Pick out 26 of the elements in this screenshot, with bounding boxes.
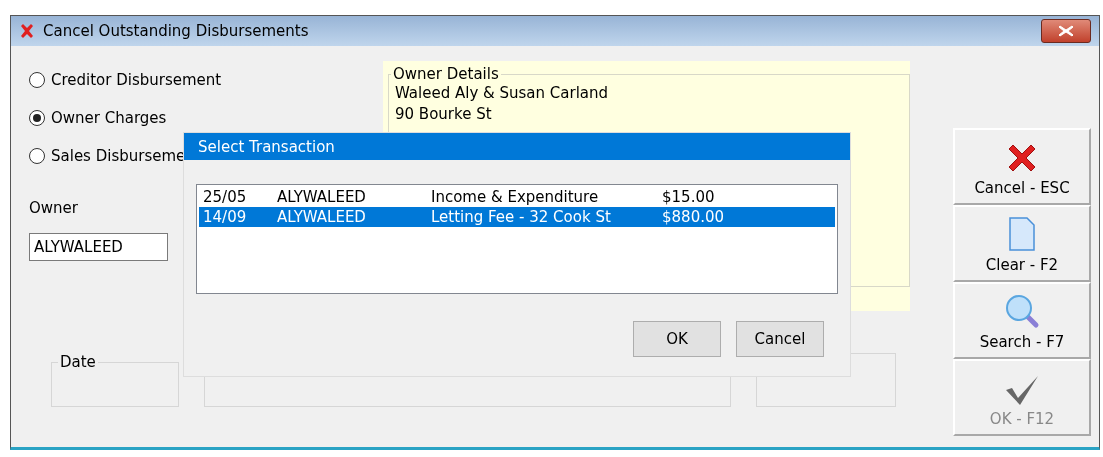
document-icon <box>1008 216 1036 252</box>
close-icon <box>1058 25 1074 37</box>
dialog-title: Select Transaction <box>184 133 850 160</box>
list-row[interactable]: 14/09 ALYWALEED Letting Fee - 32 Cook St $880.00 <box>199 207 835 227</box>
dialog-button[interactable]: Cancel <box>736 321 824 357</box>
group-title: Date <box>59 353 97 371</box>
radio-label: Creditor Disbursement <box>51 71 222 89</box>
close-button[interactable] <box>1041 19 1091 43</box>
toolbar-button[interactable]: Search - F7 <box>953 282 1091 359</box>
close-icon <box>19 23 35 39</box>
list-row[interactable]: 25/05 ALYWALEED Income & Expenditure $15.00 <box>199 187 835 207</box>
field-label: Owner <box>29 199 78 217</box>
detail-line: 90 Bourke St <box>395 104 493 125</box>
toolbar-button[interactable]: Clear - F2 <box>953 205 1091 282</box>
radio-button[interactable] <box>29 110 45 126</box>
radio-button[interactable] <box>29 148 45 164</box>
input-field[interactable]: ALYWALEED <box>29 233 168 261</box>
radio-label: Owner Charges <box>51 109 167 127</box>
search-icon <box>1004 293 1040 329</box>
group-title: Owner Details <box>392 65 500 83</box>
radio-button[interactable] <box>29 72 45 88</box>
window-title: Cancel Outstanding Disbursements <box>43 22 310 40</box>
toolbar-button[interactable]: Cancel - ESC <box>953 128 1091 205</box>
detail-line: Waleed Aly & Susan Carland <box>395 83 610 104</box>
dialog-button[interactable]: OK <box>633 321 721 357</box>
radio-label: Sales Disburseme <box>51 147 186 165</box>
